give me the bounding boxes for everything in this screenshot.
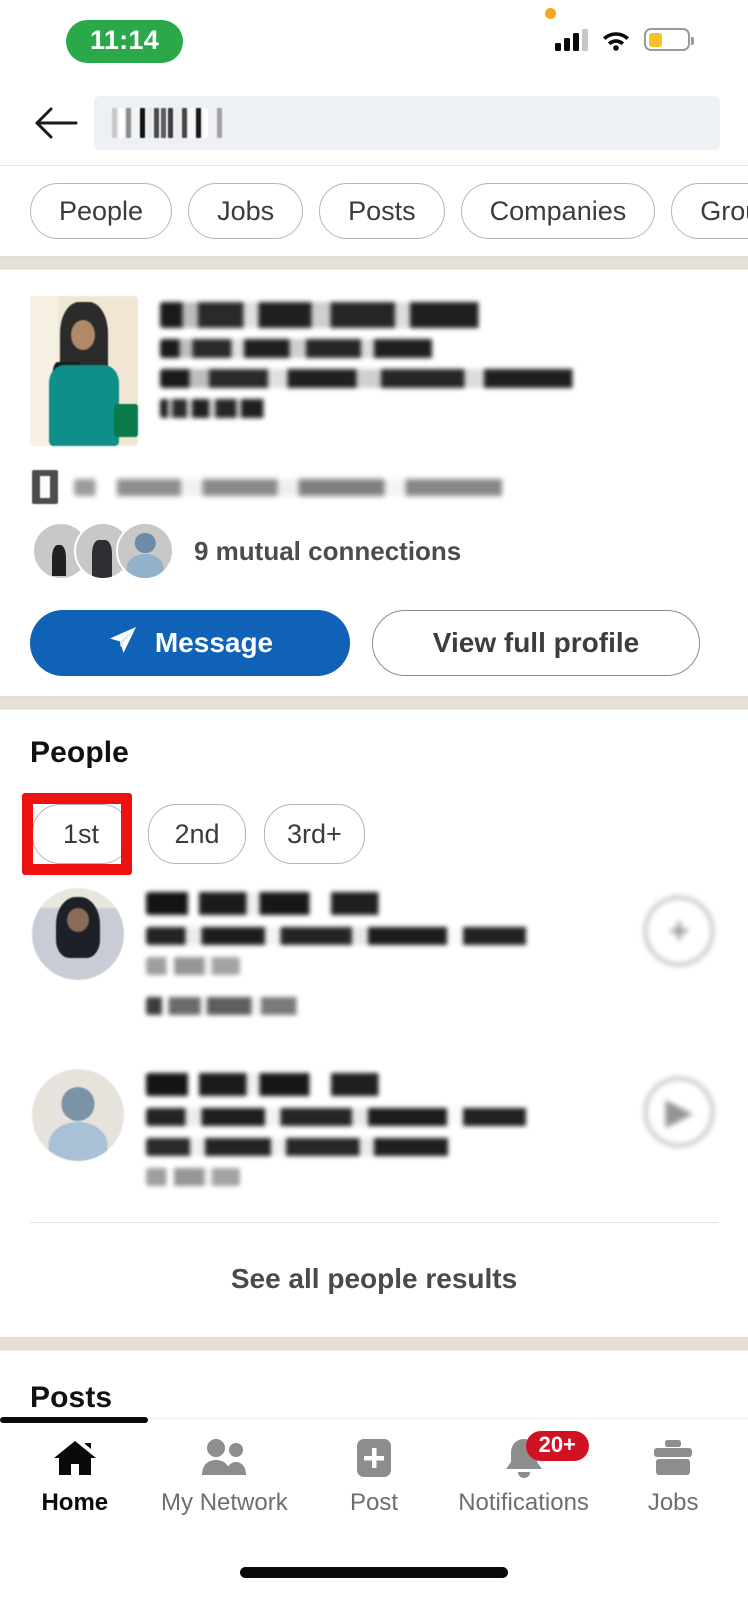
top-profile-card[interactable]: 9 mutual connections Message View full p… xyxy=(0,270,748,696)
person-headline-redacted xyxy=(146,1108,543,1126)
section-divider xyxy=(0,256,748,270)
filter-pill-posts[interactable]: Posts xyxy=(319,183,445,239)
mutual-connections-label: 9 mutual connections xyxy=(194,535,462,566)
status-bar-icons xyxy=(555,28,694,51)
battery-low-power-icon xyxy=(644,28,694,51)
section-divider xyxy=(0,696,748,710)
search-header xyxy=(0,80,748,166)
profile-headline-redacted xyxy=(160,339,484,358)
nav-item-my-network[interactable]: My Network xyxy=(150,1419,300,1547)
bottom-navigation-bar: Home My Network Post 20+ Notifications J… xyxy=(0,1417,748,1600)
cellular-signal-icon xyxy=(555,28,588,51)
my-network-icon xyxy=(198,1435,250,1481)
nav-item-notifications[interactable]: 20+ Notifications xyxy=(449,1419,599,1547)
view-full-profile-label: View full profile xyxy=(432,627,640,658)
profile-meta-redacted xyxy=(74,478,610,496)
see-all-people-results-link[interactable]: See all people results xyxy=(0,1223,748,1337)
search-query-redacted xyxy=(112,107,222,138)
degree-filter-2nd[interactable]: 2nd xyxy=(148,804,246,864)
person-info xyxy=(146,888,618,1027)
notifications-badge: 20+ xyxy=(525,1431,589,1461)
bell-icon: 20+ xyxy=(502,1431,589,1481)
status-bar: 11:14 xyxy=(0,0,748,80)
person-tagline-redacted xyxy=(146,997,307,1015)
connect-plus-icon[interactable]: + xyxy=(640,892,718,970)
search-filter-pills[interactable]: People Jobs Posts Companies Groups xyxy=(0,166,748,256)
filter-pill-groups[interactable]: Groups xyxy=(671,183,748,239)
message-button-label: Message xyxy=(154,627,274,658)
person-name-redacted xyxy=(146,1073,411,1096)
people-results-section: People 1st 2nd 3rd+ + ▶ xyxy=(0,710,748,1223)
nav-label-my-network: My Network xyxy=(161,1489,288,1516)
search-input[interactable] xyxy=(94,95,720,150)
person-result-row[interactable]: + xyxy=(30,864,718,1045)
degree-filter-row: 1st 2nd 3rd+ xyxy=(22,793,718,875)
person-headline-line2-redacted xyxy=(146,1138,515,1156)
privacy-indicator-dot xyxy=(545,8,556,19)
nav-item-jobs[interactable]: Jobs xyxy=(598,1419,748,1547)
mutual-connections-row[interactable]: 9 mutual connections xyxy=(30,522,718,580)
briefcase-icon xyxy=(650,1435,696,1481)
mutual-avatars xyxy=(30,522,174,580)
profile-text-block xyxy=(160,296,718,446)
person-headline-redacted xyxy=(146,927,543,945)
profile-header xyxy=(30,296,718,446)
nav-label-home: Home xyxy=(41,1489,109,1516)
person-result-row[interactable]: ▶ xyxy=(30,1045,718,1216)
nav-label-jobs: Jobs xyxy=(647,1489,699,1516)
avatar xyxy=(116,522,174,580)
nav-item-post[interactable]: Post xyxy=(299,1419,449,1547)
back-arrow-icon[interactable] xyxy=(30,97,82,149)
home-indicator xyxy=(240,1567,508,1578)
wifi-icon xyxy=(601,29,631,51)
person-location-redacted xyxy=(146,1168,241,1186)
profile-actions: Message View full profile xyxy=(30,610,718,676)
status-bar-time: 11:14 xyxy=(66,20,184,63)
filter-pill-jobs[interactable]: Jobs xyxy=(188,183,304,239)
profile-meta-row xyxy=(32,470,718,504)
person-location-redacted xyxy=(146,957,241,975)
profile-photo[interactable] xyxy=(30,296,138,446)
avatar[interactable] xyxy=(32,888,124,980)
section-divider xyxy=(0,1337,748,1351)
degree-filter-3rd-plus[interactable]: 3rd+ xyxy=(264,804,365,864)
nav-label-post: Post xyxy=(349,1489,398,1516)
nav-label-notifications: Notifications xyxy=(458,1489,589,1516)
avatar[interactable] xyxy=(32,1069,124,1161)
degree-filter-1st[interactable]: 1st xyxy=(32,804,130,864)
people-section-title: People xyxy=(30,736,129,769)
nav-item-home[interactable]: Home xyxy=(0,1419,150,1547)
follow-icon[interactable]: ▶ xyxy=(640,1073,718,1151)
post-plus-icon xyxy=(353,1435,395,1481)
filter-pill-companies[interactable]: Companies xyxy=(460,183,656,239)
view-full-profile-button[interactable]: View full profile xyxy=(372,610,700,676)
profile-location-redacted xyxy=(160,399,283,418)
message-button[interactable]: Message xyxy=(30,610,350,676)
filter-pill-people[interactable]: People xyxy=(30,183,173,239)
send-icon xyxy=(107,624,139,663)
person-name-redacted xyxy=(146,892,411,915)
person-info xyxy=(146,1069,618,1198)
posts-section-title: Posts xyxy=(30,1381,113,1414)
home-icon xyxy=(51,1435,99,1481)
profile-subheadline-redacted xyxy=(160,369,652,388)
company-logo-icon xyxy=(32,470,58,504)
profile-name-redacted xyxy=(160,302,540,328)
